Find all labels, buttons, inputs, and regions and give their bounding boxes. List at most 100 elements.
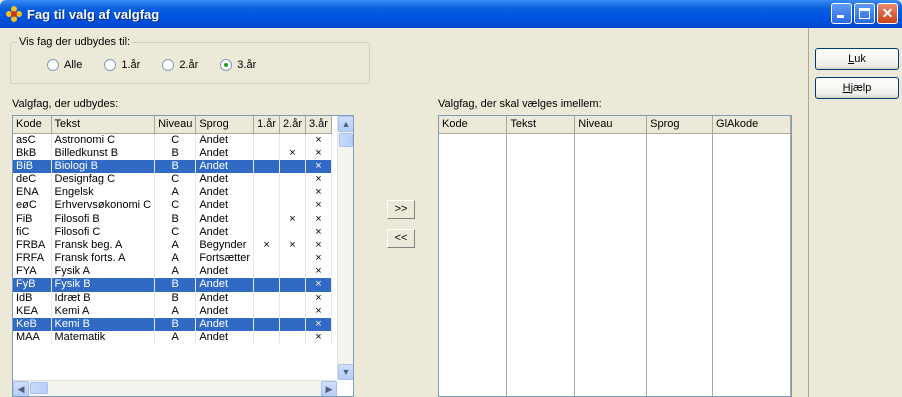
year1-cell [253,265,281,279]
table-row[interactable]: IdB Idræt B B Andet × [13,291,332,305]
table-row[interactable]: FyB Fysik B B Andet × [13,278,332,292]
table-row[interactable]: eøC Erhvervsøkonomi C C Andet × [13,199,332,213]
sprog-cell: Andet [195,291,255,305]
scroll-up-icon[interactable]: ▲ [338,116,353,132]
empty-list-area [439,133,791,396]
table-row[interactable]: FiB Filosofi B B Andet × × [13,212,332,226]
table-row[interactable]: FRBA Fransk beg. A A Begynder × × × [13,238,332,252]
help-button[interactable]: Hjælp [815,77,899,99]
year3-cell: × [305,146,332,160]
tekst-cell: Astronomi C [51,133,156,147]
column-header-kode[interactable]: Kode [13,116,52,134]
year1-cell [253,225,281,239]
chosen-list-label: Valgfag, der skal vælges imellem: [438,98,602,110]
table-row[interactable]: deC Designfag C C Andet × [13,172,332,187]
year1-cell [253,133,281,147]
year3-cell: × [305,159,332,173]
year2-cell: × [279,212,306,226]
niveau-cell: B [154,146,197,160]
year1-cell [253,172,281,187]
offered-horizontal-scrollbar[interactable]: ◀ ▶ [13,380,337,396]
table-row[interactable]: FRFA Fransk forts. A A Fortsætter × [13,252,332,266]
radio-circle-icon[interactable] [104,59,117,71]
column-header-tekst[interactable]: Tekst [51,116,156,134]
close-icon: ✕ [881,5,894,21]
table-row[interactable]: MAA Matematik A Andet × [13,331,332,345]
table-row[interactable]: BiB Biologi B B Andet × [13,159,332,173]
radio-circle-icon[interactable] [220,59,233,71]
year1-cell [253,159,281,173]
tekst-cell: Engelsk [51,186,156,200]
tekst-cell: Fransk forts. A [51,252,156,266]
offered-list[interactable]: Kode Tekst Niveau Sprog 1.år 2.år 3.år a… [12,115,354,397]
maximize-button[interactable] [854,3,875,24]
add-to-chosen-button[interactable]: >> [387,200,415,219]
column-header-1aar[interactable]: 1.år [253,116,281,134]
year1-cell [253,291,281,305]
niveau-cell: A [154,186,197,200]
kode-cell: ENA [13,186,52,200]
close-window-button[interactable]: ✕ [877,3,898,24]
action-panel: Luk Hjælp [808,28,902,397]
scroll-left-icon[interactable]: ◀ [13,381,29,396]
remove-from-chosen-button[interactable]: << [387,229,415,248]
offered-vertical-scrollbar[interactable]: ▲ ▼ [337,116,353,380]
sprog-cell: Andet [195,212,255,226]
radio-3aar[interactable]: 3.år [220,59,256,71]
table-row[interactable]: asC Astronomi C C Andet × [13,133,332,147]
niveau-cell: C [154,133,197,147]
niveau-cell: B [154,317,197,332]
tekst-cell: Billedkunst B [51,146,156,160]
niveau-cell: B [154,212,197,226]
tekst-cell: Matematik [51,331,156,345]
chosen-list[interactable]: Kode Tekst Niveau Sprog GlAkode [438,115,792,397]
year3-cell: × [305,291,332,305]
scroll-thumb[interactable] [339,133,353,147]
year2-cell [279,186,306,200]
close-button[interactable]: Luk [815,48,899,70]
radio-circle-icon[interactable] [47,59,59,71]
niveau-cell: B [154,278,197,292]
column-header-niveau[interactable]: Niveau [154,116,197,134]
scroll-thumb[interactable] [30,382,48,394]
radio-1aar[interactable]: 1.år [104,59,140,71]
sprog-cell: Fortsætter [195,252,255,266]
title-bar[interactable]: Fag til valg af valgfag ✕ [0,0,902,28]
table-row[interactable]: KeB Kemi B B Andet × [13,317,332,332]
scroll-right-icon[interactable]: ▶ [321,381,337,396]
column-header-sprog[interactable]: Sprog [646,116,714,134]
radio-2aar[interactable]: 2.år [162,59,198,71]
niveau-cell: A [154,304,197,318]
radio-alle[interactable]: Alle [47,59,82,71]
column-header-sprog[interactable]: Sprog [195,116,255,134]
tekst-cell: Idræt B [51,291,156,305]
tekst-cell: Biologi B [51,159,156,173]
table-row[interactable]: KEA Kemi A A Andet × [13,304,332,318]
kode-cell: IdB [13,291,52,305]
year3-cell: × [305,225,332,239]
year1-cell [253,146,281,160]
column-header-3aar[interactable]: 3.år [305,116,332,134]
table-row[interactable]: fiC Filosofi C C Andet × [13,225,332,239]
sprog-cell: Andet [195,265,255,279]
column-header-niveau[interactable]: Niveau [574,116,648,134]
column-header-2aar[interactable]: 2.år [279,116,306,134]
column-header-tekst[interactable]: Tekst [506,116,576,134]
table-row[interactable]: FYA Fysik A A Andet × [13,265,332,279]
column-header-glakode[interactable]: GlAkode [712,116,791,134]
table-row[interactable]: BkB Billedkunst B B Andet × × [13,146,332,160]
radio-circle-icon[interactable] [162,59,175,71]
kode-cell: asC [13,133,52,147]
minimize-button[interactable] [831,3,852,24]
kode-cell: FyB [13,278,52,292]
year2-cell [279,225,306,239]
kode-cell: FRBA [13,238,52,252]
year3-cell: × [305,265,332,279]
table-row[interactable]: ENA Engelsk A Andet × [13,186,332,200]
scroll-down-icon[interactable]: ▼ [338,364,353,380]
year2-cell [279,278,306,292]
offered-table: Kode Tekst Niveau Sprog 1.år 2.år 3.år a… [13,116,332,345]
offered-list-label: Valgfag, der udbydes: [12,98,119,110]
column-header-kode[interactable]: Kode [439,116,508,134]
niveau-cell: A [154,238,197,252]
